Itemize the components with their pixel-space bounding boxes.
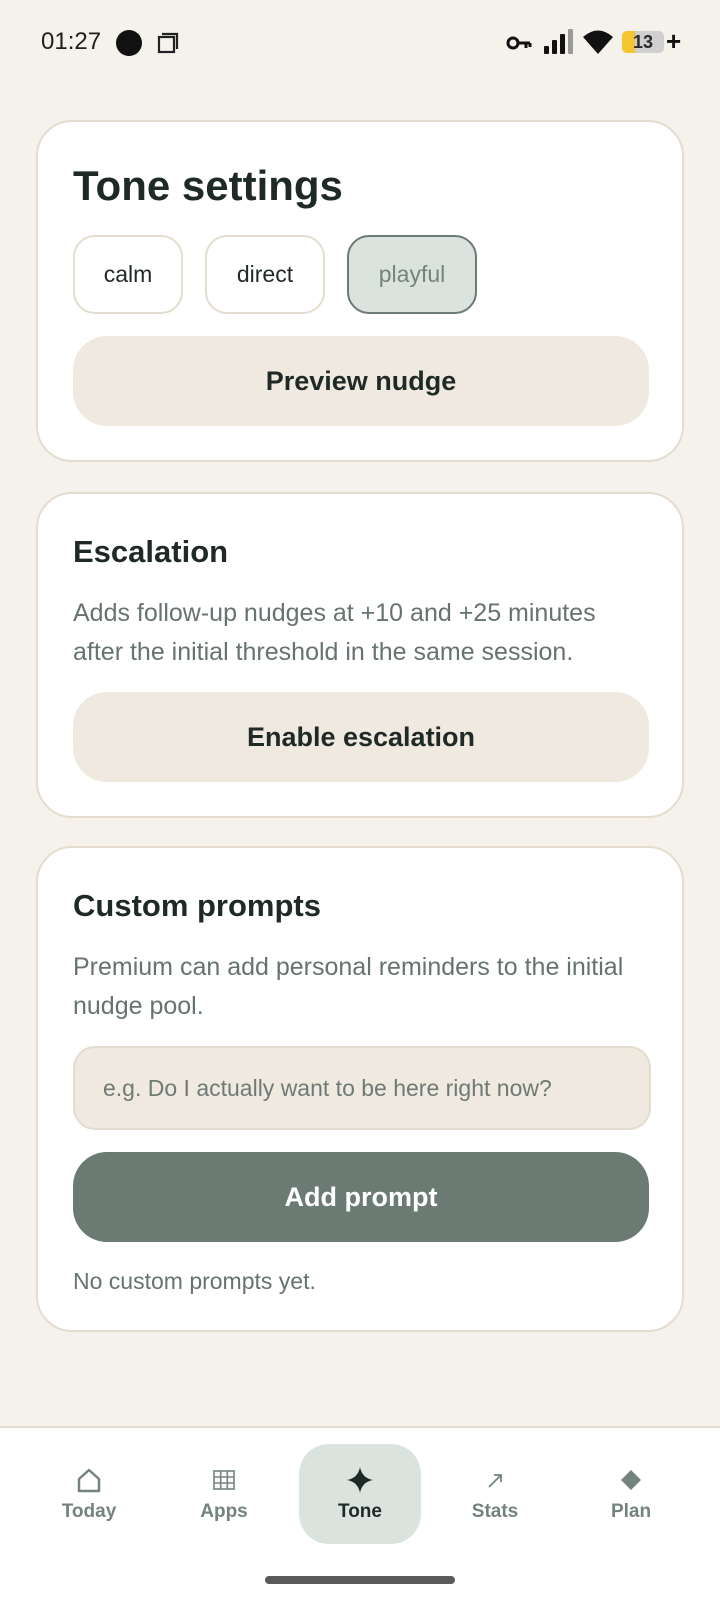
tone-chip-calm[interactable]: calm bbox=[73, 235, 183, 314]
arrow-up-right-icon bbox=[488, 1474, 502, 1488]
nav-item-stats[interactable]: Stats bbox=[434, 1444, 556, 1544]
enable-escalation-button[interactable]: Enable escalation bbox=[73, 692, 649, 782]
tone-chips: calm direct playful bbox=[73, 235, 477, 314]
custom-prompts-card: Custom prompts Premium can add personal … bbox=[36, 846, 684, 1332]
nav-label-apps: Apps bbox=[200, 1501, 248, 1522]
home-icon bbox=[77, 1468, 101, 1493]
nav-label-stats: Stats bbox=[471, 1501, 519, 1522]
vpn-key-icon bbox=[506, 36, 532, 50]
tone-chip-direct[interactable]: direct bbox=[205, 235, 325, 314]
nav-item-plan[interactable]: Plan bbox=[570, 1444, 692, 1544]
status-time: 01:27 bbox=[41, 28, 102, 55]
escalation-description: Adds follow-up nudges at +10 and +25 min… bbox=[73, 599, 596, 666]
cell-signal-icon bbox=[544, 29, 573, 54]
battery-icon: 13 bbox=[622, 31, 664, 53]
screenshot-icon bbox=[157, 32, 179, 54]
preview-nudge-button[interactable]: Preview nudge bbox=[73, 336, 649, 426]
nav-item-today[interactable]: Today bbox=[28, 1444, 150, 1544]
nav-item-apps[interactable]: Apps bbox=[163, 1444, 285, 1544]
battery-level: 13 bbox=[632, 31, 654, 52]
charging-plus-icon: + bbox=[666, 26, 682, 56]
custom-prompt-input[interactable]: e.g. Do I actually want to be here right… bbox=[73, 1046, 651, 1130]
add-prompt-button[interactable]: Add prompt bbox=[73, 1152, 649, 1242]
page-title: Tone settings bbox=[73, 162, 343, 209]
nav-label-plan: Plan bbox=[610, 1501, 652, 1522]
sparkle-icon bbox=[347, 1467, 373, 1493]
wifi-icon bbox=[583, 30, 613, 54]
home-indicator[interactable] bbox=[265, 1576, 455, 1584]
tone-chip-playful[interactable]: playful bbox=[347, 235, 477, 314]
tone-settings-card: Tone settings calm direct playful Previe… bbox=[36, 120, 684, 462]
notification-dot-icon bbox=[116, 30, 142, 56]
diamond-icon bbox=[621, 1470, 641, 1490]
grid-icon bbox=[213, 1470, 235, 1490]
nav-label-today: Today bbox=[61, 1501, 117, 1522]
custom-prompts-title: Custom prompts bbox=[73, 888, 321, 923]
status-bar: 01:27 13 + bbox=[0, 0, 720, 86]
nav-label-tone: Tone bbox=[338, 1501, 382, 1522]
escalation-card: Escalation Adds follow-up nudges at +10 … bbox=[36, 492, 684, 818]
nav-item-tone[interactable]: Tone bbox=[299, 1444, 421, 1544]
custom-prompts-description: Premium can add personal reminders to th… bbox=[73, 953, 624, 1020]
bottom-nav: Today Apps Tone Stats Plan bbox=[0, 1426, 720, 1600]
escalation-title: Escalation bbox=[73, 534, 229, 569]
empty-prompts-note: No custom prompts yet. bbox=[73, 1268, 316, 1294]
